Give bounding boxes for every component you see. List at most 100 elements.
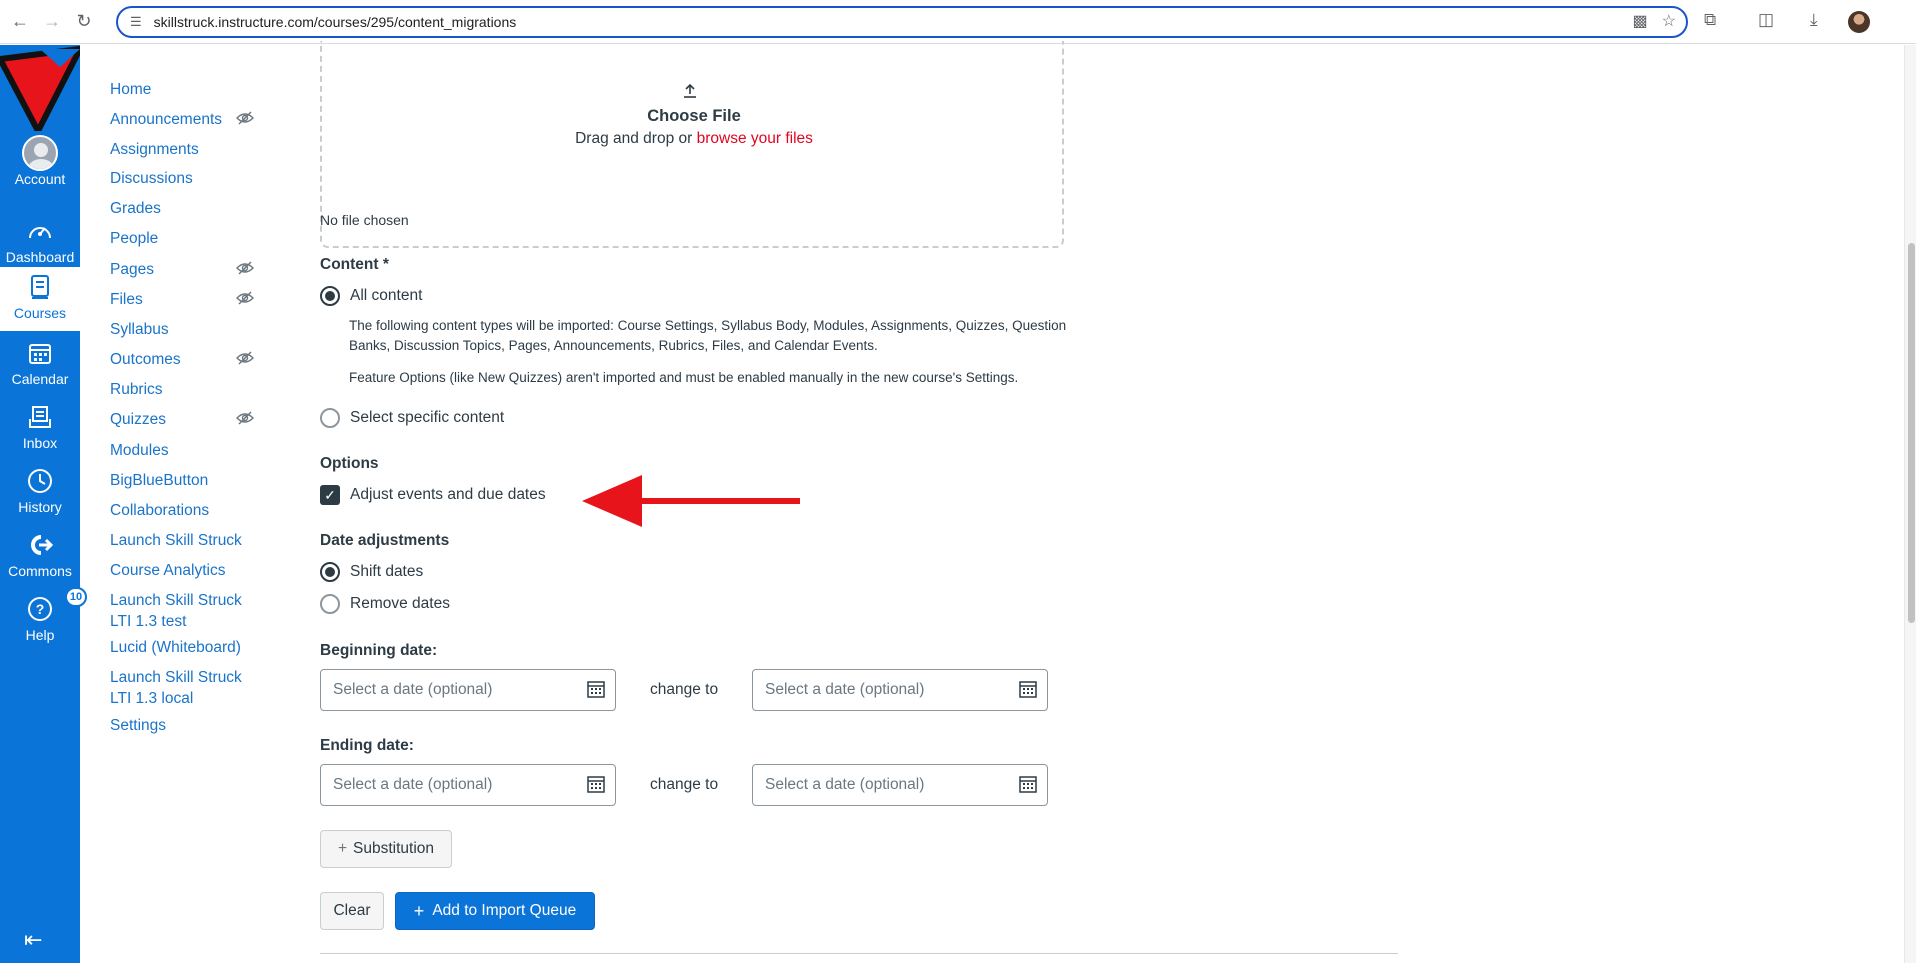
plus-icon: + [337,840,348,857]
ending-date-label: Ending date: [320,737,414,754]
ending-date-to-input[interactable]: Select a date (optional) [752,764,1048,806]
course-nav-assignments[interactable]: Assignments [110,139,270,160]
calendar-icon[interactable] [587,680,605,698]
course-nav-settings[interactable]: Settings [110,715,270,736]
course-nav-label: Quizzes [110,411,166,428]
course-nav-people[interactable]: People [110,228,270,249]
back-icon[interactable]: ← [6,8,34,36]
date-adjustments-label: Date adjustments [320,532,450,549]
global-nav-label: History [18,499,62,515]
beginning-date-to-input[interactable]: Select a date (optional) [752,669,1048,711]
course-nav-bigbluebutton[interactable]: BigBlueButton [110,470,270,491]
course-nav-files[interactable]: Files [110,289,270,310]
extensions-icon[interactable]: ⧉ [1704,10,1716,30]
course-nav-outcomes[interactable]: Outcomes [110,349,270,370]
add-to-import-queue-button[interactable]: + Add to Import Queue [395,892,595,930]
global-nav-commons[interactable]: Commons [0,529,80,591]
content-label: Content * [320,256,389,273]
add-to-import-queue-label: Add to Import Queue [432,902,577,919]
tab-search-icon[interactable]: ◫ [1758,10,1774,30]
adjust-dates-label: Adjust events and due dates [350,486,546,503]
dashboard-icon [29,227,51,239]
global-nav-help[interactable]: ? 10 Help [0,587,87,655]
hidden-eye-icon [236,351,254,365]
course-nav-label: Launch Skill Struck LTI 1.3 test [110,592,242,630]
global-nav-courses[interactable]: Courses [0,267,80,331]
downloads-icon[interactable]: ⤓ [1810,10,1818,30]
course-nav-launch-skill-struck-lti-1-3-local[interactable]: Launch Skill Struck LTI 1.3 local [110,667,260,709]
course-nav-label: BigBlueButton [110,472,209,489]
course-nav-syllabus[interactable]: Syllabus [110,319,270,340]
course-nav-label: Discussions [110,170,193,187]
select-specific-content-radio[interactable]: Select specific content [320,408,504,428]
url-text[interactable]: skillstruck.instructure.com/courses/295/… [154,14,517,30]
course-nav-lucid-whiteboard[interactable]: Lucid (Whiteboard) [110,637,270,658]
add-substitution-button[interactable]: + Substitution [320,830,452,868]
course-nav-pages[interactable]: Pages [110,259,270,280]
reload-icon[interactable]: ↻ [70,8,98,36]
account-avatar [22,135,58,171]
course-nav-label: Rubrics [110,381,163,398]
upload-icon [682,83,698,104]
scrollbar-thumb[interactable] [1908,243,1915,623]
change-to-label: change to [650,776,719,793]
hidden-eye-icon [236,111,254,125]
global-nav-label: Courses [13,305,67,321]
profile-avatar[interactable] [1848,11,1870,33]
course-nav-course-analytics[interactable]: Course Analytics [110,560,270,581]
course-nav-rubrics[interactable]: Rubrics [110,379,270,400]
shift-dates-label: Shift dates [350,563,424,580]
checkbox-checked[interactable]: ✓ [320,485,340,505]
course-nav-home[interactable]: Home [110,79,270,100]
drop-zone-prefix: Drag and drop or [575,130,693,147]
beginning-date-from-input[interactable]: Select a date (optional) [320,669,616,711]
course-nav-label: Home [110,81,152,98]
radio-unchecked[interactable] [320,408,340,428]
date-placeholder: Select a date (optional) [765,776,925,793]
bookmark-star-icon[interactable]: ☆ [1662,11,1676,31]
course-nav-launch-skill-struck[interactable]: Launch Skill Struck [110,530,270,551]
calendar-icon[interactable] [1019,775,1037,793]
collapse-nav-icon[interactable]: ⇤ [24,927,42,953]
radio-unchecked[interactable] [320,594,340,614]
shift-dates-radio[interactable]: Shift dates [320,562,423,582]
course-nav-label: Outcomes [110,351,181,368]
global-nav-inbox[interactable]: Inbox [0,401,80,463]
ending-date-from-input[interactable]: Select a date (optional) [320,764,616,806]
site-info-icon[interactable]: ☰ [130,14,142,30]
remove-dates-label: Remove dates [350,595,450,612]
clear-button[interactable]: Clear [320,892,384,930]
adjust-dates-checkbox[interactable]: ✓ Adjust events and due dates [320,485,546,505]
global-nav-history[interactable]: History [0,465,80,527]
course-nav-launch-skill-struck-lti-1-3-test[interactable]: Launch Skill Struck LTI 1.3 test [110,590,260,632]
plus-icon: + [413,900,425,921]
course-nav-discussions[interactable]: Discussions [110,168,270,189]
calendar-icon[interactable] [587,775,605,793]
inbox-icon [29,406,51,428]
calendar-icon[interactable] [1019,680,1037,698]
page-scrollbar[interactable] [1904,45,1916,963]
global-nav-calendar[interactable]: Calendar [0,337,80,399]
course-nav-modules[interactable]: Modules [110,440,270,461]
radio-checked[interactable] [320,562,340,582]
course-nav-label: Grades [110,200,161,217]
radio-checked[interactable] [320,286,340,306]
all-content-radio[interactable]: All content [320,286,422,306]
browse-files-link[interactable]: browse your files [697,130,813,147]
options-label: Options [320,455,379,472]
forward-icon[interactable]: → [38,8,66,36]
course-nav-quizzes[interactable]: Quizzes [110,409,270,430]
drop-zone-subtitle: Drag and drop or browse your files [322,130,1066,148]
canvas-logo[interactable] [0,45,80,131]
global-nav-account[interactable]: Account [0,135,80,199]
svg-text:?: ? [36,601,45,617]
install-app-icon[interactable]: ▩ [1633,11,1648,31]
address-bar[interactable]: ☰ skillstruck.instructure.com/courses/29… [116,6,1688,38]
course-nav-announcements[interactable]: Announcements [110,109,270,130]
file-drop-zone[interactable]: Choose File Drag and drop or browse your… [320,41,1064,248]
course-nav-grades[interactable]: Grades [110,198,270,219]
remove-dates-radio[interactable]: Remove dates [320,594,450,614]
global-nav-label: Account [14,171,66,187]
course-nav-label: Lucid (Whiteboard) [110,639,241,656]
course-nav-collaborations[interactable]: Collaborations [110,500,270,521]
